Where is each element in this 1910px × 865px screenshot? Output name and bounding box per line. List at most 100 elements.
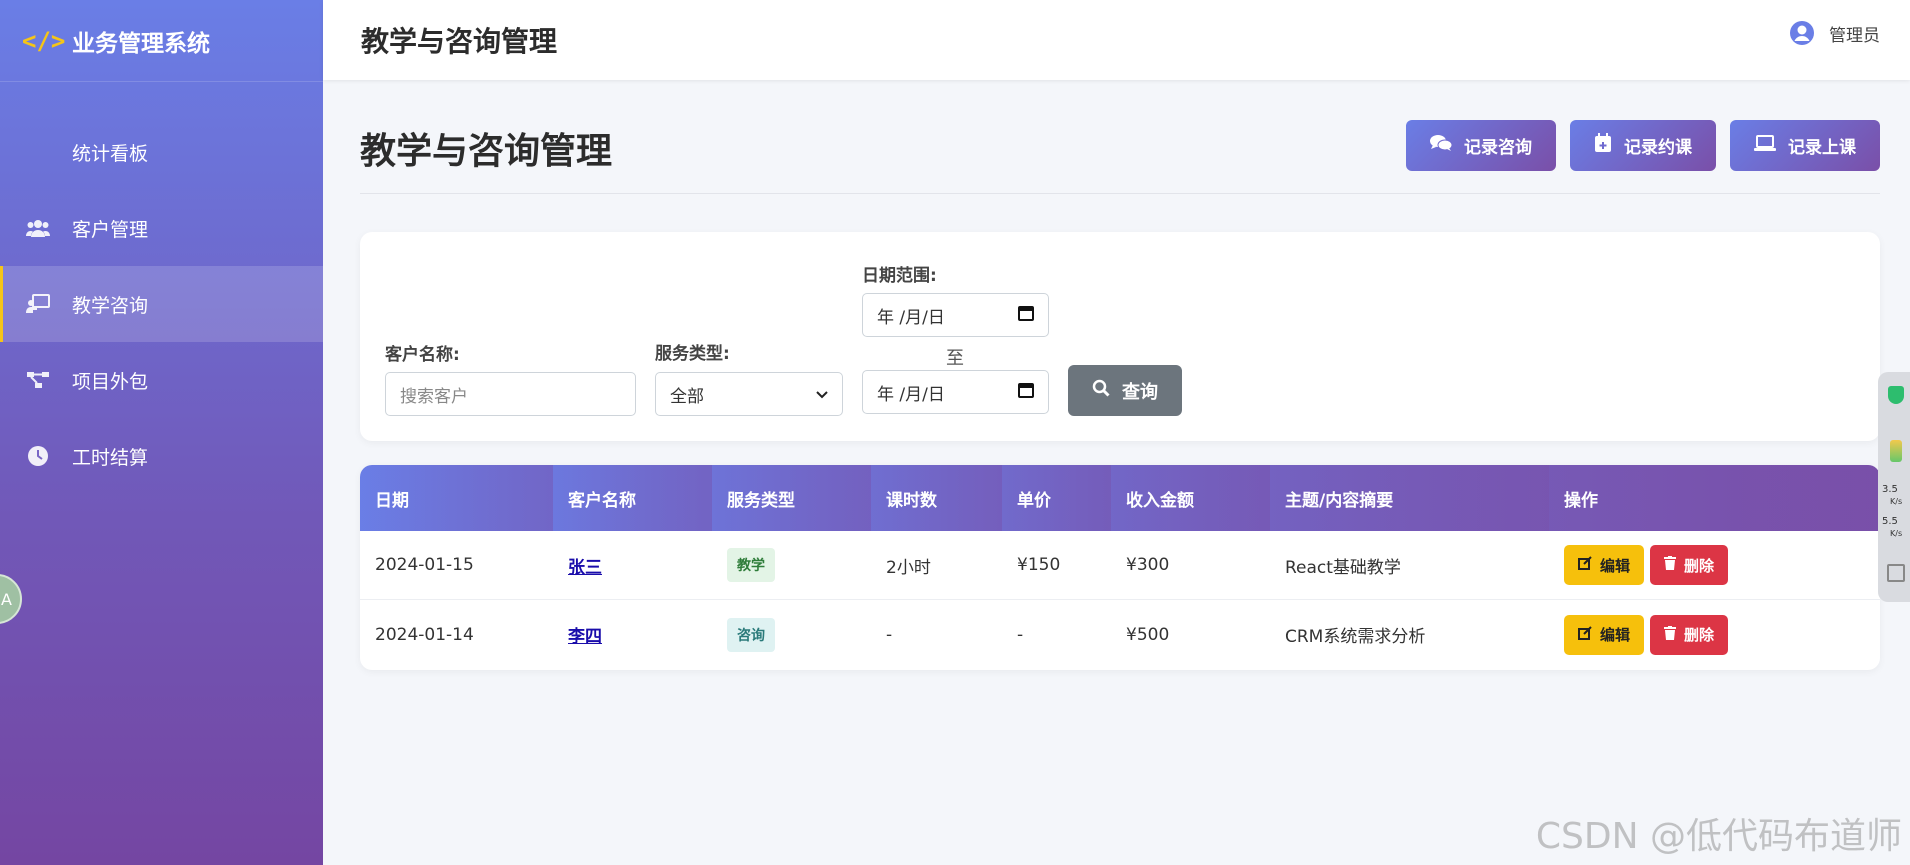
edit-button[interactable]: 编辑	[1564, 545, 1645, 585]
topbar: 教学与咨询管理 管理员	[323, 0, 1910, 80]
service-type-select[interactable]: 全部	[655, 372, 843, 416]
column-header[interactable]: 日期	[360, 465, 553, 531]
delete-button[interactable]: 删除	[1650, 614, 1729, 655]
cell-income: ¥500	[1126, 624, 1170, 645]
date-to-value: 年 /月/日	[877, 384, 945, 405]
edit-label: 编辑	[1600, 556, 1631, 575]
column-header[interactable]: 客户名称	[553, 465, 712, 531]
calendar-icon	[1018, 305, 1034, 326]
column-header[interactable]: 主题/内容摘要	[1270, 465, 1549, 531]
record-consult-button[interactable]: 记录咨询	[1406, 120, 1556, 171]
user-menu[interactable]: 管理员	[1789, 20, 1880, 46]
chalkboard-teacher-icon	[26, 292, 50, 316]
table-header: 日期 客户名称 服务类型 课时数 单价 收入金额 主题/内容摘要 操作	[360, 465, 1880, 531]
customer-label: 客户名称:	[385, 345, 460, 365]
comments-icon	[1430, 134, 1453, 157]
sidebar: </> 业务管理系统 统计看板 客户管理 教学咨询 项目外包 工时结算 A	[0, 0, 323, 865]
edit-icon	[1578, 556, 1592, 574]
query-label: 查询	[1122, 381, 1158, 403]
service-type-badge: 咨询	[727, 617, 775, 652]
sidebar-item-customers[interactable]: 客户管理	[0, 190, 323, 266]
cell-summary: React基础教学	[1285, 557, 1401, 578]
title-divider	[360, 193, 1880, 194]
customer-link[interactable]: 李四	[568, 622, 602, 647]
header-title: 教学与咨询管理	[361, 25, 558, 58]
cell-price: ¥150	[1017, 555, 1061, 575]
search-icon	[1092, 379, 1110, 402]
cell-actions: 编辑 删除	[1549, 531, 1880, 599]
calendar-icon	[1018, 382, 1034, 403]
download-unit: K/s	[1890, 529, 1903, 538]
column-header[interactable]: 单价	[1002, 465, 1111, 531]
network-speed-widget[interactable]: 3.5 K/s 5.5 K/s	[1878, 372, 1910, 602]
record-booking-button[interactable]: 记录约课	[1570, 120, 1716, 171]
cell-income: ¥300	[1126, 555, 1170, 575]
records-table: 日期 客户名称 服务类型 课时数 单价 收入金额 主题/内容摘要 操作 2024…	[360, 465, 1880, 670]
download-speed: 5.5	[1882, 516, 1898, 527]
cell-summary: CRM系统需求分析	[1285, 627, 1426, 647]
query-button[interactable]: 查询	[1068, 365, 1182, 416]
filter-panel: 客户名称: 搜索客户 服务类型: 全部 日期范围: 年 /月/日 至 年 /月/…	[360, 232, 1880, 441]
customer-search-input[interactable]: 搜索客户	[385, 372, 636, 416]
date-from-input[interactable]: 年 /月/日	[862, 293, 1049, 337]
delete-button[interactable]: 删除	[1650, 545, 1729, 585]
column-header[interactable]: 操作	[1549, 465, 1880, 531]
date-range-separator: 至	[946, 348, 964, 369]
cell-hours: -	[886, 624, 893, 645]
clock-icon	[26, 444, 50, 468]
user-circle-icon	[1789, 20, 1815, 46]
column-header[interactable]: 服务类型	[712, 465, 871, 531]
customer-link[interactable]: 张三	[568, 553, 602, 578]
delete-label: 删除	[1684, 626, 1715, 644]
edit-button[interactable]: 编辑	[1564, 614, 1645, 655]
edit-icon	[1578, 625, 1592, 644]
record-booking-label: 记录约课	[1624, 138, 1692, 158]
sidebar-item-projects[interactable]: 项目外包	[0, 342, 323, 418]
upload-speed: 3.5	[1882, 484, 1898, 495]
users-icon	[26, 216, 50, 240]
service-type-label: 服务类型:	[655, 344, 730, 364]
sidebar-item-teaching[interactable]: 教学咨询	[0, 266, 323, 342]
date-from-value: 年 /月/日	[877, 307, 945, 328]
column-header[interactable]: 课时数	[871, 465, 1002, 531]
column-header[interactable]: 收入金额	[1111, 465, 1270, 531]
service-type-badge: 教学	[727, 548, 775, 582]
sidebar-item-label: 客户管理	[72, 218, 149, 241]
assistant-label: A	[1, 589, 12, 609]
sidebar-item-timesheet[interactable]: 工时结算	[0, 418, 323, 494]
cell-date: 2024-01-15	[375, 555, 474, 575]
sidebar-item-dashboard[interactable]: 统计看板	[0, 114, 323, 190]
screenshot-icon[interactable]	[1887, 564, 1905, 582]
trash-icon	[1664, 556, 1677, 574]
sidebar-item-label: 统计看板	[72, 142, 149, 165]
date-to-input[interactable]: 年 /月/日	[862, 370, 1049, 414]
chevron-down-icon	[816, 384, 828, 404]
record-class-label: 记录上课	[1788, 138, 1856, 158]
record-class-button[interactable]: 记录上课	[1730, 120, 1880, 171]
cell-price: -	[1017, 624, 1024, 645]
sidebar-item-label: 教学咨询	[72, 294, 149, 317]
laptop-icon	[1754, 135, 1776, 156]
code-icon: </>	[22, 26, 66, 55]
customer-placeholder: 搜索客户	[400, 386, 468, 407]
record-consult-label: 记录咨询	[1464, 138, 1532, 158]
action-bar: 记录咨询 记录约课 记录上课	[1406, 120, 1880, 171]
delete-label: 删除	[1684, 556, 1715, 575]
brand[interactable]: </> 业务管理系统	[0, 0, 323, 82]
cell-actions: 编辑 删除	[1549, 600, 1880, 669]
memory-bar-icon	[1890, 440, 1902, 462]
trash-icon	[1664, 625, 1677, 644]
brand-title: 业务管理系统	[72, 30, 210, 57]
table-row: 2024-01-15 张三 教学 2小时 ¥150 ¥300 React基础教学…	[360, 531, 1880, 600]
shield-icon	[1888, 386, 1904, 404]
table-row: 2024-01-14 李四 咨询 - - ¥500 CRM系统需求分析 编辑 删…	[360, 600, 1880, 669]
floating-assistant-button[interactable]: A	[0, 574, 22, 624]
watermark: CSDN @低代码布道师	[1535, 816, 1902, 857]
cell-date: 2024-01-14	[375, 624, 474, 645]
project-diagram-icon	[26, 368, 50, 392]
cell-hours: 2小时	[886, 557, 931, 578]
calendar-plus-icon	[1594, 133, 1612, 158]
page-title: 教学与咨询管理	[360, 131, 613, 172]
dashboard-icon	[26, 140, 50, 164]
sidebar-item-label: 项目外包	[72, 370, 149, 393]
